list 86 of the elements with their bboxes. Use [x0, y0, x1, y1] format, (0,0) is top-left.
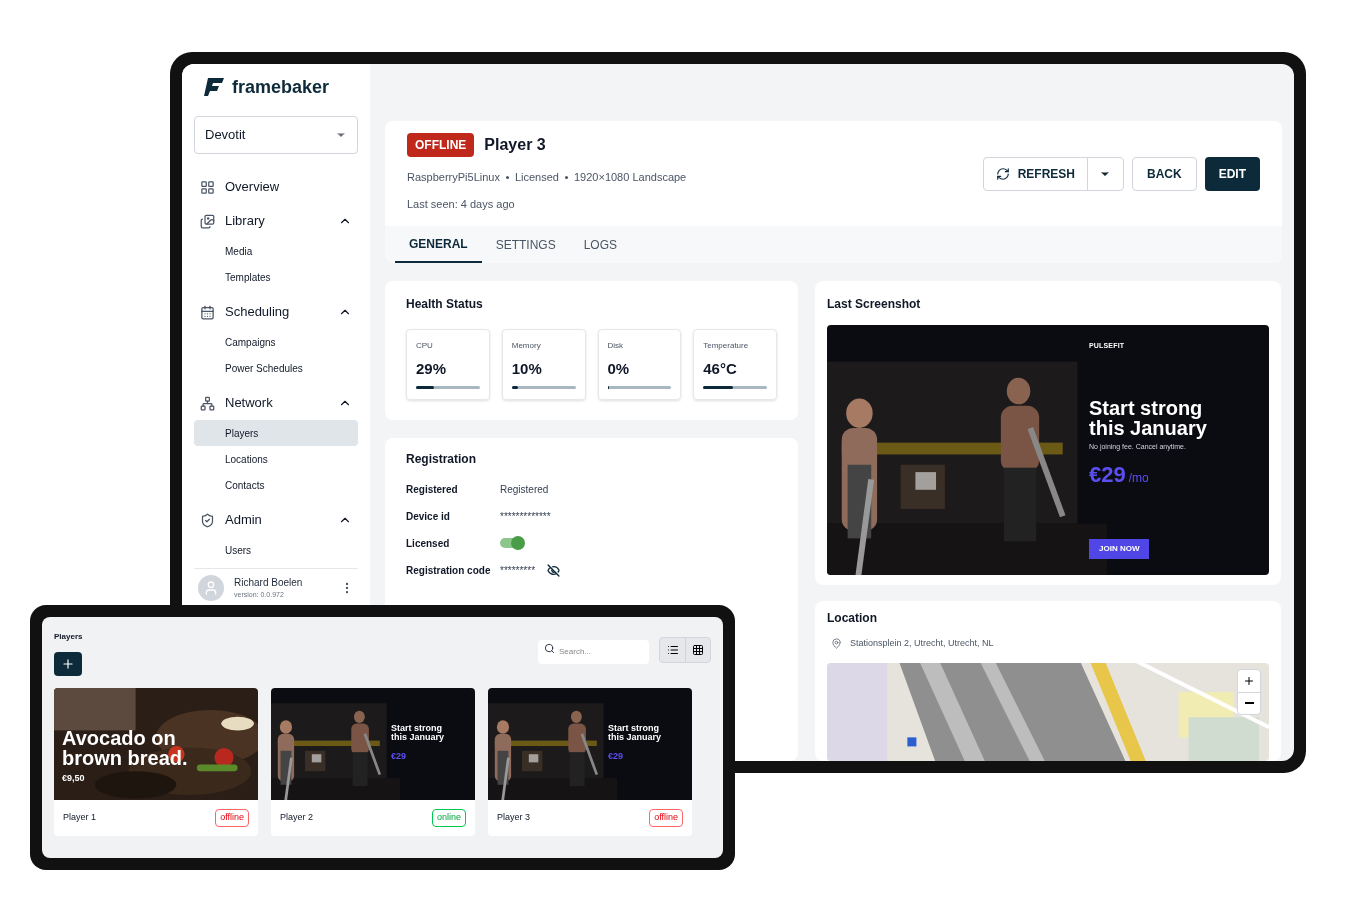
dot-separator: [505, 175, 509, 179]
slide-headline: Avocado on brown bread.: [62, 728, 189, 768]
nav-subitem[interactable]: Locations: [194, 446, 358, 472]
nav-subitem[interactable]: Power Schedules: [194, 355, 358, 381]
nav-item[interactable]: Network: [194, 386, 358, 420]
metric-value: 46°C: [703, 359, 738, 379]
tab[interactable]: SETTINGS: [481, 226, 570, 263]
field-value: *********: [500, 563, 536, 578]
field-value: *************: [500, 509, 551, 524]
nav-item[interactable]: Overview: [194, 170, 358, 204]
nav-item[interactable]: Library: [194, 204, 358, 238]
section-title: Registration: [406, 450, 477, 468]
calendar-icon: [200, 304, 215, 320]
player-title: Player 3: [484, 135, 546, 155]
metric-label: Memory: [511, 340, 542, 352]
grid-icon: [692, 644, 704, 657]
status-badge: online: [431, 809, 466, 827]
status-badge: offline: [649, 809, 683, 827]
nav-subitem[interactable]: Contacts: [194, 472, 358, 498]
metric-value: 0%: [607, 359, 631, 379]
player-name: Player 1: [63, 811, 97, 825]
avatar: [198, 575, 224, 601]
search-icon: [544, 643, 555, 654]
metric-label: CPU: [416, 340, 434, 352]
slide-headline: Start strong this January: [608, 724, 663, 742]
field-label: Licensed: [406, 536, 451, 551]
address-text: Stationsplein 2, Utrecht, Utrecht, NL: [850, 637, 994, 650]
page-title: Players: [54, 631, 83, 643]
tab[interactable]: LOGS: [569, 226, 632, 263]
workspace-select[interactable]: Devotit: [194, 116, 358, 154]
nav-subitem[interactable]: Media: [194, 238, 358, 264]
field-value: Registered: [500, 482, 549, 497]
metric-label: Temperature: [703, 340, 750, 352]
tab[interactable]: GENERAL: [395, 226, 482, 263]
dot-separator: [565, 175, 568, 179]
search-field[interactable]: Search...: [538, 639, 649, 664]
player-card[interactable]: Start strong this January €29 Player 2 online: [271, 688, 475, 836]
plus-icon: [61, 657, 75, 671]
slide-price: €9,50: [62, 772, 86, 785]
price-unit: /mo: [1128, 470, 1149, 487]
slide-price: €29: [1089, 461, 1126, 489]
field-label: Device id: [406, 509, 451, 524]
app-logo: framebaker: [232, 75, 330, 99]
status-badge: offline: [215, 809, 249, 827]
player-card[interactable]: Start strong this January €29 Player 3 offline: [488, 688, 692, 836]
add-button[interactable]: [54, 652, 82, 676]
last-seen-text: Last seen: 4 days ago: [407, 196, 516, 212]
nav-subitem[interactable]: Players: [194, 420, 358, 446]
player-card[interactable]: Avocado on brown bread. €9,50 Player 1 offline: [54, 688, 258, 836]
section-title: Health Status: [406, 296, 484, 313]
toggle-switch[interactable]: [500, 538, 524, 548]
section-title: Last Screenshot: [827, 296, 922, 313]
field-label: Registered: [406, 482, 459, 497]
user-name: Richard Boelen: [234, 576, 304, 591]
nav-item[interactable]: Admin: [194, 503, 358, 537]
meta-text: 1920×1080 Landscape: [574, 170, 687, 185]
metric-value: 29%: [416, 359, 448, 379]
refresh-icon: [995, 167, 1010, 181]
back-button[interactable]: BACK: [1132, 157, 1197, 191]
edit-button[interactable]: EDIT: [1204, 157, 1260, 191]
gallery-icon: [200, 213, 215, 229]
shield-icon: [200, 512, 215, 528]
nav-subitem[interactable]: Campaigns: [194, 329, 358, 355]
metric-value: 10%: [511, 359, 543, 379]
player-name: Player 3: [497, 811, 531, 825]
eye-off-icon[interactable]: [547, 563, 561, 577]
player-name: Player 2: [280, 811, 314, 825]
meta-text: RaspberryPi5Linux: [407, 170, 500, 185]
plus-icon: [1243, 674, 1255, 687]
list-icon: [666, 644, 679, 657]
slide-headline: Start strong this January: [1089, 397, 1208, 438]
slide-headline: Start strong this January: [391, 724, 446, 742]
location-pin-icon: [831, 638, 842, 650]
section-title: Location: [827, 610, 878, 627]
nav-subitem[interactable]: Users: [194, 537, 358, 563]
sitemap-icon: [200, 395, 215, 411]
status-badge: OFFLINE: [407, 133, 475, 157]
slide-price: €29: [608, 750, 625, 763]
dashboard-icon: [200, 179, 215, 195]
nav-subitem[interactable]: Templates: [194, 264, 358, 290]
meta-text: Licensed: [514, 170, 559, 185]
slide-price: €29: [391, 750, 408, 763]
nav-item[interactable]: Scheduling: [194, 295, 358, 329]
metric-label: Disk: [607, 340, 625, 352]
field-label: Registration code: [406, 563, 492, 578]
logo-icon: [204, 76, 226, 98]
